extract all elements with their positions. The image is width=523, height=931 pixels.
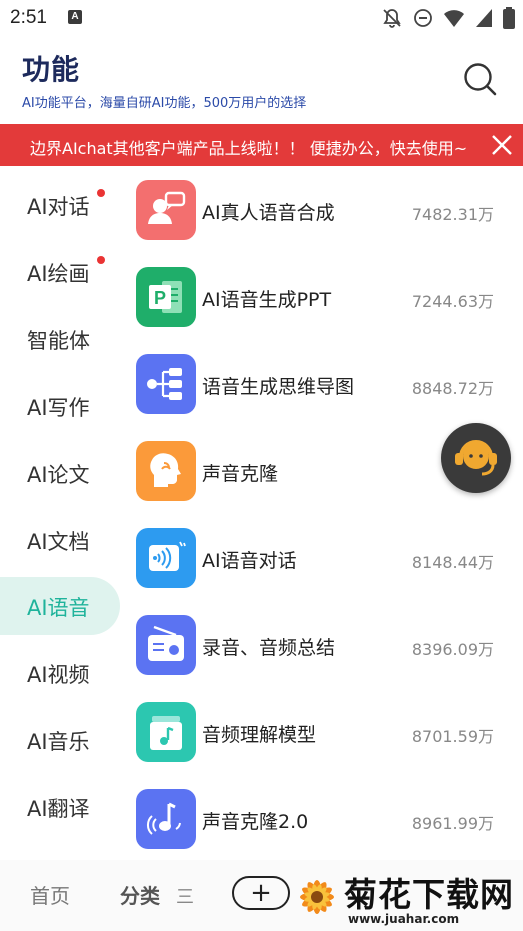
sidebar-item-ai-music[interactable]: AI音乐: [0, 711, 124, 769]
usage-count: 8148.44万: [411, 553, 494, 572]
function-name: 声音克隆2.0: [202, 811, 309, 833]
sidebar-item-label: AI翻译: [27, 797, 90, 821]
sidebar-item-label: AI视频: [27, 663, 90, 687]
sidebar-item-ai-video[interactable]: AI视频: [0, 644, 124, 702]
function-name: AI语音对话: [202, 550, 297, 572]
voice-person-icon: [136, 180, 196, 240]
function-name: AI真人语音合成: [202, 202, 335, 224]
sidebar-item-ai-chat[interactable]: AI对话: [0, 176, 124, 234]
ppt-icon: P: [136, 267, 196, 327]
watermark-title: 菊花下载网: [344, 875, 514, 914]
function-name: 音频理解模型: [202, 724, 317, 746]
sidebar-item-ai-voice[interactable]: AI语音: [0, 577, 120, 635]
page-subtitle: AI功能平台，海量自研AI功能，500万用户的选择: [22, 96, 307, 111]
do-not-disturb-icon: [414, 9, 432, 27]
sidebar-item-label: 智能体: [27, 329, 90, 353]
sidebar-item-agents[interactable]: 智能体: [0, 310, 124, 368]
list-item-voice-synthesis[interactable]: AI真人语音合成 7482.31万: [130, 170, 510, 257]
sidebar-item-label: AI论文: [27, 463, 90, 487]
voice-clone-2-icon: [136, 789, 196, 849]
customer-service-button[interactable]: [441, 423, 511, 493]
list-item-voice-ppt[interactable]: P AI语音生成PPT 7244.63万: [130, 257, 510, 344]
usage-count: 7482.31万: [411, 205, 494, 224]
status-time: 2:51: [10, 7, 47, 28]
head-clone-icon: [136, 441, 196, 501]
sidebar-item-ai-translate[interactable]: AI翻译: [0, 778, 124, 836]
search-icon: [464, 63, 497, 96]
music-note-icon: [136, 702, 196, 762]
list-item-audio-summary[interactable]: 录音、音频总结 8396.09万: [130, 605, 510, 692]
wifi-icon: [444, 10, 464, 27]
new-badge-dot: [97, 189, 105, 197]
watermark-url: www.juahar.com: [348, 912, 460, 926]
close-icon: [492, 135, 512, 155]
usage-count: 8848.72万: [411, 379, 494, 398]
sidebar-item-label: AI音乐: [27, 730, 90, 754]
headset-icon: [455, 440, 497, 476]
battery-icon: [503, 7, 515, 29]
watermark: 菊花下载网 www.juahar.com: [286, 866, 523, 931]
list-item-voice-mindmap[interactable]: 语音生成思维导图 8848.72万: [130, 344, 510, 431]
voice-chat-icon: [136, 528, 196, 588]
usage-count: 8961.99万: [411, 814, 494, 833]
usage-count: 8701.59万: [411, 727, 494, 746]
function-name: 录音、音频总结: [202, 637, 336, 659]
list-item-voice-chat[interactable]: AI语音对话 8148.44万: [130, 518, 510, 605]
svg-text:P: P: [154, 288, 166, 308]
sidebar-item-label: AI绘画: [27, 262, 90, 286]
radio-icon: [136, 615, 196, 675]
chrysanthemum-logo: [300, 880, 334, 914]
function-name: 语音生成思维导图: [202, 376, 355, 398]
nav-home[interactable]: 首页: [30, 880, 70, 909]
add-button[interactable]: +: [232, 876, 290, 910]
sidebar-item-label: AI写作: [27, 396, 90, 420]
search-button[interactable]: [463, 62, 497, 96]
nav-category[interactable]: 分类: [120, 880, 160, 909]
sidebar-item-label: AI文档: [27, 530, 90, 554]
sidebar-item-label: AI语音: [27, 596, 90, 620]
page-title: 功能: [22, 53, 81, 86]
sidebar-item-ai-paper[interactable]: AI论文: [0, 444, 124, 502]
function-name: AI语音生成PPT: [202, 289, 332, 311]
list-item-voice-clone-2[interactable]: 声音克隆2.0 8961.99万: [130, 779, 510, 866]
new-badge-dot: [97, 256, 105, 264]
announcement-banner[interactable]: 边界AIchat其他客户端产品上线啦！！ 便捷办公，快去使用~: [0, 124, 523, 166]
status-bar: 2:51 A: [0, 0, 523, 38]
usage-count: 7244.63万: [411, 292, 494, 311]
menu-icon: 三: [176, 887, 194, 908]
mindmap-icon: [136, 354, 196, 414]
sidebar-item-ai-writing[interactable]: AI写作: [0, 377, 124, 435]
notification-a-icon: A: [68, 10, 82, 24]
status-icons: [381, 6, 515, 30]
banner-text: 边界AIchat其他客户端产品上线啦！！ 便捷办公，快去使用~: [30, 139, 468, 158]
plus-icon: +: [250, 878, 272, 908]
signal-icon: [476, 9, 492, 27]
sidebar-item-ai-drawing[interactable]: AI绘画: [0, 243, 124, 301]
banner-close-button[interactable]: [491, 134, 513, 156]
sidebar-item-label: AI对话: [27, 195, 90, 219]
usage-count: 8396.09万: [411, 640, 494, 659]
function-name: 声音克隆: [202, 463, 279, 485]
sidebar-item-ai-document[interactable]: AI文档: [0, 511, 124, 569]
list-item-audio-model[interactable]: 音频理解模型 8701.59万: [130, 692, 510, 779]
bell-off-icon: [383, 9, 401, 28]
